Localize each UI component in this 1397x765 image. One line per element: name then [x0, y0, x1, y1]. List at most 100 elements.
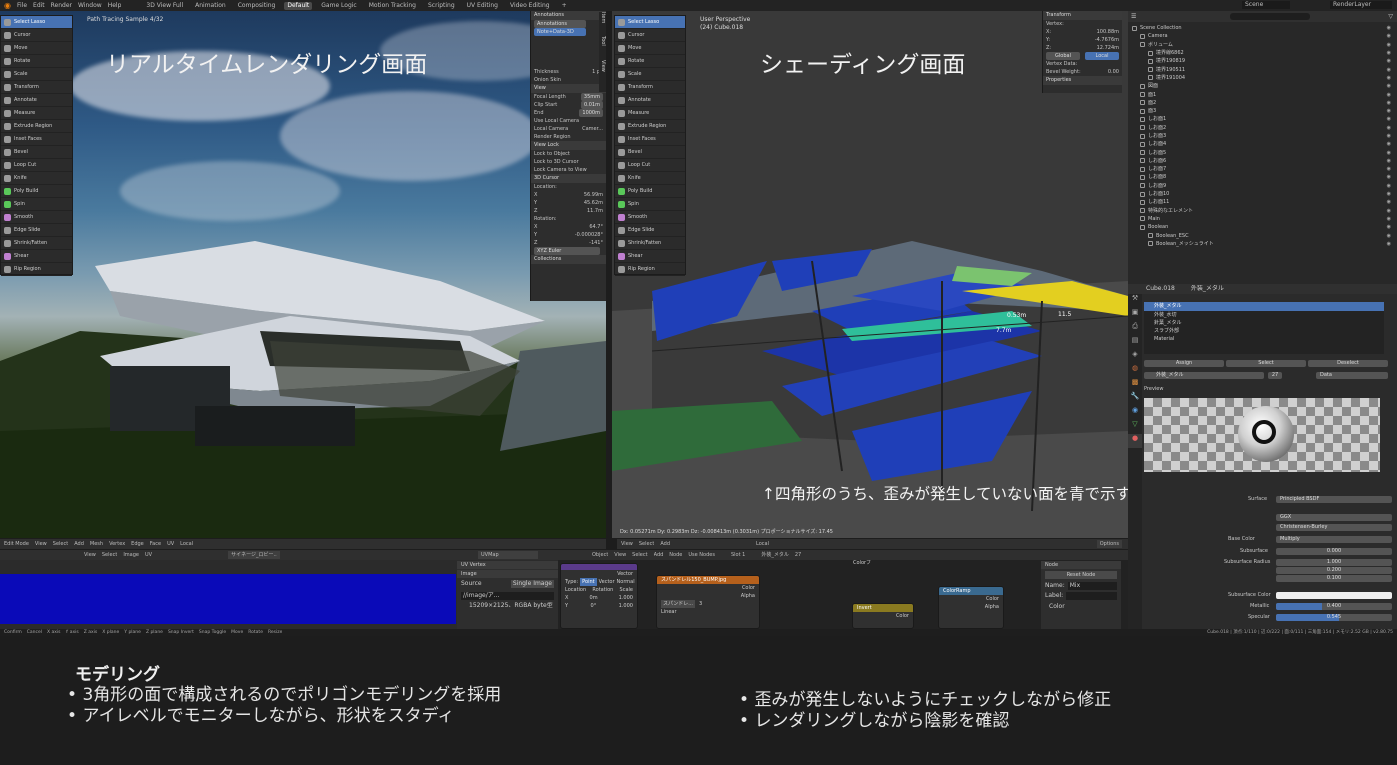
- add-menu[interactable]: Add: [74, 540, 84, 548]
- outliner-item[interactable]: しお面5 ◉: [1128, 148, 1397, 156]
- visibility-eye-icon[interactable]: ◉: [1387, 149, 1391, 157]
- outliner-item[interactable]: Boolean ◉: [1128, 223, 1397, 231]
- tool-loop-cut[interactable]: Loop Cut: [615, 159, 685, 172]
- visibility-eye-icon[interactable]: ◉: [1387, 240, 1391, 248]
- node-node-menu[interactable]: Node: [669, 551, 682, 559]
- visibility-eye-icon[interactable]: ◉: [1387, 49, 1391, 57]
- visibility-eye-icon[interactable]: ◉: [1387, 190, 1391, 198]
- scene-selector[interactable]: Scene: [1242, 1, 1290, 9]
- tool-cursor[interactable]: Cursor: [615, 29, 685, 42]
- clip-end-row[interactable]: End 1000m: [531, 109, 606, 117]
- distribution-select[interactable]: GGX: [1276, 514, 1392, 521]
- tool-move[interactable]: Move: [615, 42, 685, 55]
- tool-scale[interactable]: Scale: [1, 68, 72, 81]
- tool-scale[interactable]: Scale: [615, 68, 685, 81]
- outliner-item[interactable]: ボリューム ◉: [1128, 41, 1397, 49]
- interpolation-select[interactable]: Linear: [657, 608, 759, 616]
- outliner-item[interactable]: しお面4 ◉: [1128, 140, 1397, 148]
- annotations-list[interactable]: [531, 36, 606, 68]
- image-field[interactable]: スパンドレ...: [661, 600, 696, 608]
- colorramp-node[interactable]: ColorRamp Color Alpha: [938, 586, 1004, 629]
- tool-rip-region[interactable]: Rip Region: [615, 263, 685, 276]
- mesh-menu[interactable]: Mesh: [90, 540, 103, 548]
- tab-tool[interactable]: Tool: [599, 36, 607, 60]
- visibility-eye-icon[interactable]: ◉: [1387, 74, 1391, 82]
- node-label-field[interactable]: [1066, 592, 1117, 600]
- 3d-cursor-header[interactable]: 3D Cursor: [531, 174, 606, 183]
- tab-animation[interactable]: Animation: [192, 2, 229, 10]
- select-menu[interactable]: Select: [53, 540, 68, 548]
- shader-node-editor[interactable]: Object View Select Add Node Use Nodes Sl…: [558, 550, 1128, 629]
- subsurface-method-select[interactable]: Christensen-Burley: [1276, 524, 1392, 531]
- cursor-x-field[interactable]: X 56.99m: [531, 191, 606, 199]
- specular-slider[interactable]: 0.545: [1276, 614, 1392, 621]
- options-menu[interactable]: Options: [1096, 540, 1122, 548]
- outliner-item[interactable]: 境界190511 ◉: [1128, 65, 1397, 73]
- tool-select-lasso[interactable]: Select Lasso: [615, 16, 685, 29]
- mapping-y-row[interactable]: Y 0° 1.000: [561, 602, 637, 610]
- image-header[interactable]: Image: [457, 570, 558, 578]
- tool-loop-cut[interactable]: Loop Cut: [1, 159, 72, 172]
- local-camera-row[interactable]: Local Camera Camer...: [531, 125, 606, 133]
- object-tab-icon[interactable]: ▩: [1128, 378, 1142, 392]
- material-field[interactable]: 外装_メタル: [1144, 372, 1264, 379]
- tool-annotate[interactable]: Annotate: [615, 94, 685, 107]
- shader-type-select[interactable]: Object: [592, 551, 608, 559]
- tool-select-lasso[interactable]: Select Lasso: [1, 16, 72, 29]
- select-menu[interactable]: Select: [639, 540, 654, 548]
- outliner-item[interactable]: Camera ◉: [1128, 32, 1397, 40]
- material-slot-item[interactable]: 外装_水切: [1144, 311, 1384, 319]
- vertex-menu[interactable]: Vertex: [109, 540, 125, 548]
- rot-x-field[interactable]: X 64.7°: [531, 223, 606, 231]
- tool-transform[interactable]: Transform: [615, 81, 685, 94]
- node-material-select[interactable]: 外装_メタル: [761, 551, 789, 559]
- subsurface-radius-b[interactable]: 0.100: [1276, 575, 1392, 582]
- cursor-y-field[interactable]: Y 45.62m: [531, 199, 606, 207]
- tool-bevel[interactable]: Bevel: [1, 146, 72, 159]
- menu-edit[interactable]: Edit: [33, 2, 45, 10]
- reset-node-button[interactable]: Reset Node: [1045, 571, 1117, 579]
- metallic-slider[interactable]: 0.400: [1276, 603, 1392, 610]
- outliner-item[interactable]: しお面9 ◉: [1128, 182, 1397, 190]
- visibility-eye-icon[interactable]: ◉: [1387, 91, 1391, 99]
- select-button[interactable]: Select: [1226, 360, 1306, 367]
- uv-image-selector[interactable]: サイネージ_ロビー..: [228, 551, 280, 559]
- material-slot-item[interactable]: スラブ外部: [1144, 327, 1384, 335]
- tab-3d-view-full[interactable]: 3D View Full: [143, 2, 186, 10]
- menu-help[interactable]: Help: [108, 2, 122, 10]
- outliner-item[interactable]: しお面1 ◉: [1128, 115, 1397, 123]
- uv-menu[interactable]: UV: [167, 540, 174, 548]
- tool-shear[interactable]: Shear: [1, 250, 72, 263]
- visibility-eye-icon[interactable]: ◉: [1387, 173, 1391, 181]
- preview-header[interactable]: Preview: [1144, 385, 1163, 394]
- visibility-eye-icon[interactable]: ◉: [1387, 41, 1391, 49]
- visibility-eye-icon[interactable]: ◉: [1387, 140, 1391, 148]
- world-tab-icon[interactable]: ◍: [1128, 364, 1142, 378]
- outliner-item[interactable]: 面3 ◉: [1128, 107, 1397, 115]
- tool-shrink-fatten[interactable]: Shrink/Fatten: [1, 237, 72, 250]
- deselect-button[interactable]: Deselect: [1308, 360, 1388, 367]
- subsurface-radius-g[interactable]: 0.200: [1276, 567, 1392, 574]
- outliner-item[interactable]: 図面 ◉: [1128, 82, 1397, 90]
- thickness-row[interactable]: Thickness 1 px: [531, 68, 606, 76]
- edge-menu[interactable]: Edge: [131, 540, 144, 548]
- filter-icon[interactable]: ▽: [1388, 13, 1393, 21]
- outliner-item[interactable]: 面1 ◉: [1128, 90, 1397, 98]
- slot-select[interactable]: Slot 1: [731, 551, 745, 559]
- add-workspace-button[interactable]: +: [559, 2, 570, 10]
- visibility-eye-icon[interactable]: ◉: [1387, 207, 1391, 215]
- outliner-item[interactable]: しお面7 ◉: [1128, 165, 1397, 173]
- tool-rotate[interactable]: Rotate: [1, 55, 72, 68]
- tool-inset-faces[interactable]: Inset Faces: [1, 133, 72, 146]
- local-button[interactable]: Local: [1085, 52, 1119, 60]
- display-mode-icon[interactable]: ☰: [1131, 13, 1136, 21]
- uvmap-selector[interactable]: UVMap: [478, 551, 538, 559]
- tool-shrink-fatten[interactable]: Shrink/Fatten: [615, 237, 685, 250]
- outliner-item[interactable]: 境界線6862 ◉: [1128, 49, 1397, 57]
- outliner-item[interactable]: Boolean_ESC ◉: [1128, 231, 1397, 239]
- outliner-search-input[interactable]: [1230, 13, 1311, 20]
- tab-view[interactable]: View: [599, 60, 607, 84]
- shading-viewport[interactable]: User Perspective (24) Cube.018 シェーディング画面…: [612, 11, 1128, 538]
- render-region-checkbox[interactable]: Render Region: [531, 133, 606, 141]
- render-tab-icon[interactable]: ▣: [1128, 308, 1142, 322]
